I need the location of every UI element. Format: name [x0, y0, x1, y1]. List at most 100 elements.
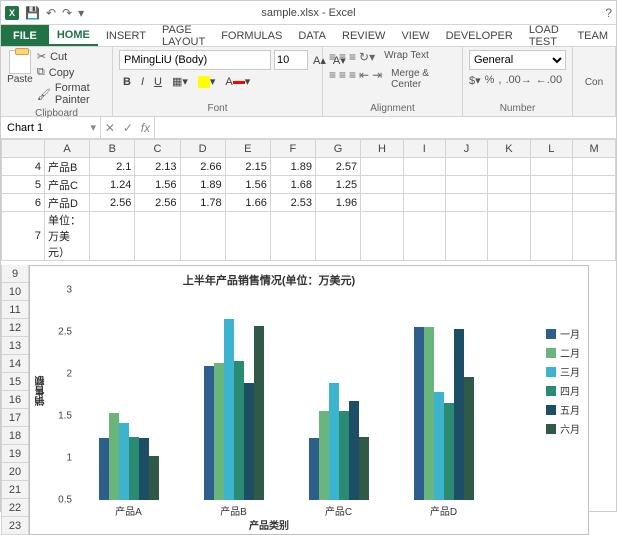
row-header[interactable]: 10 [1, 283, 29, 301]
cell[interactable]: 产品D [44, 194, 89, 212]
col-header[interactable]: I [403, 140, 445, 158]
cell[interactable]: 1.25 [315, 176, 360, 194]
row-header[interactable]: 19 [1, 445, 29, 463]
italic-button[interactable]: I [137, 74, 148, 90]
col-header[interactable]: B [90, 140, 135, 158]
tab-view[interactable]: VIEW [393, 25, 437, 46]
row-header[interactable]: 11 [1, 301, 29, 319]
font-name-input[interactable] [119, 50, 271, 70]
cell[interactable] [488, 212, 531, 261]
col-header[interactable]: A [44, 140, 89, 158]
cell[interactable] [361, 176, 404, 194]
tab-home[interactable]: HOME [49, 25, 98, 46]
row-header[interactable]: 9 [1, 265, 29, 283]
cell[interactable]: 单位：万美元） [44, 212, 89, 261]
spreadsheet-grid[interactable]: ABCDEFGHIJKLM4产品B2.12.132.662.151.892.57… [1, 139, 616, 261]
paste-button[interactable]: Paste [7, 50, 33, 106]
row-header[interactable]: 23 [1, 517, 29, 535]
name-box-input[interactable] [5, 121, 85, 135]
cell[interactable]: 1.56 [135, 176, 180, 194]
row-header[interactable]: 6 [2, 194, 45, 212]
cell[interactable] [573, 176, 616, 194]
row-header[interactable]: 7 [2, 212, 45, 261]
align-bottom-icon[interactable]: ≡ [349, 50, 356, 64]
cell[interactable]: 2.57 [315, 158, 360, 176]
align-middle-icon[interactable]: ≡ [339, 50, 346, 64]
cell[interactable] [361, 194, 404, 212]
row-header[interactable]: 14 [1, 355, 29, 373]
cell[interactable]: 产品B [44, 158, 89, 176]
border-button[interactable]: ▦▾ [168, 73, 192, 90]
cell[interactable]: 2.56 [135, 194, 180, 212]
cut-button[interactable]: ✂Cut [37, 50, 106, 63]
row-header[interactable]: 13 [1, 337, 29, 355]
row-header[interactable]: 22 [1, 499, 29, 517]
row-header[interactable]: 17 [1, 409, 29, 427]
increase-decimal-icon[interactable]: .00→ [505, 74, 531, 87]
formula-input[interactable] [159, 121, 612, 135]
percent-format-icon[interactable]: % [485, 74, 495, 87]
cell[interactable]: 2.56 [90, 194, 135, 212]
row-header[interactable]: 20 [1, 463, 29, 481]
qat-dropdown-icon[interactable]: ▾ [78, 6, 84, 20]
cell[interactable]: 1.78 [180, 194, 225, 212]
cell[interactable] [530, 176, 572, 194]
cell[interactable] [573, 158, 616, 176]
cell[interactable] [488, 158, 531, 176]
align-right-icon[interactable]: ≡ [349, 68, 356, 90]
name-box-dropdown-icon[interactable]: ▾ [90, 121, 96, 134]
cell[interactable] [445, 158, 487, 176]
tab-data[interactable]: DATA [290, 25, 334, 46]
row-header[interactable]: 12 [1, 319, 29, 337]
cell[interactable]: 2.15 [225, 158, 270, 176]
cell[interactable] [403, 158, 445, 176]
col-header[interactable]: G [315, 140, 360, 158]
col-header[interactable]: K [488, 140, 531, 158]
cell[interactable]: 2.13 [135, 158, 180, 176]
accounting-format-icon[interactable]: $▾ [469, 74, 481, 87]
cell[interactable]: 2.53 [270, 194, 315, 212]
name-box[interactable]: ▾ [1, 117, 101, 138]
cell[interactable]: 产品C [44, 176, 89, 194]
cell[interactable] [361, 158, 404, 176]
cell[interactable] [361, 212, 404, 261]
format-painter-button[interactable]: 🖌Format Painter [37, 82, 106, 106]
enter-formula-icon[interactable]: ✓ [123, 121, 133, 135]
tab-file[interactable]: FILE [1, 25, 49, 46]
align-left-icon[interactable]: ≡ [329, 68, 336, 90]
cell[interactable]: 1.89 [180, 176, 225, 194]
cell[interactable] [403, 212, 445, 261]
underline-button[interactable]: U [150, 74, 166, 90]
bold-button[interactable]: B [119, 74, 135, 90]
cancel-formula-icon[interactable]: ✕ [105, 121, 115, 135]
formula-bar[interactable] [155, 117, 616, 138]
col-header[interactable]: L [530, 140, 572, 158]
tab-formulas[interactable]: FORMULAS [213, 25, 290, 46]
align-top-icon[interactable]: ≡ [329, 50, 336, 64]
cell[interactable]: 2.1 [90, 158, 135, 176]
save-icon[interactable]: 💾 [25, 6, 40, 20]
col-header[interactable]: M [573, 140, 616, 158]
cell[interactable]: 1.89 [270, 158, 315, 176]
cell[interactable] [445, 212, 487, 261]
col-header[interactable]: D [180, 140, 225, 158]
wrap-text-button[interactable]: Wrap Text [384, 50, 429, 64]
col-header[interactable]: F [270, 140, 315, 158]
row-header[interactable]: 5 [2, 176, 45, 194]
col-header[interactable]: E [225, 140, 270, 158]
help-icon[interactable]: ? [605, 6, 612, 20]
cell[interactable] [135, 212, 180, 261]
cell[interactable] [315, 212, 360, 261]
number-format-select[interactable]: General [469, 50, 566, 70]
fx-icon[interactable]: fx [141, 121, 150, 135]
cell[interactable] [90, 212, 135, 261]
comma-format-icon[interactable]: , [498, 74, 501, 87]
row-header[interactable]: 16 [1, 391, 29, 409]
tab-developer[interactable]: DEVELOPER [438, 25, 521, 46]
row-header[interactable]: 15 [1, 373, 29, 391]
font-color-button[interactable]: A▾ [221, 73, 254, 90]
col-header[interactable]: H [361, 140, 404, 158]
cell[interactable] [530, 158, 572, 176]
undo-icon[interactable]: ↶ [46, 6, 56, 20]
cell[interactable] [445, 176, 487, 194]
